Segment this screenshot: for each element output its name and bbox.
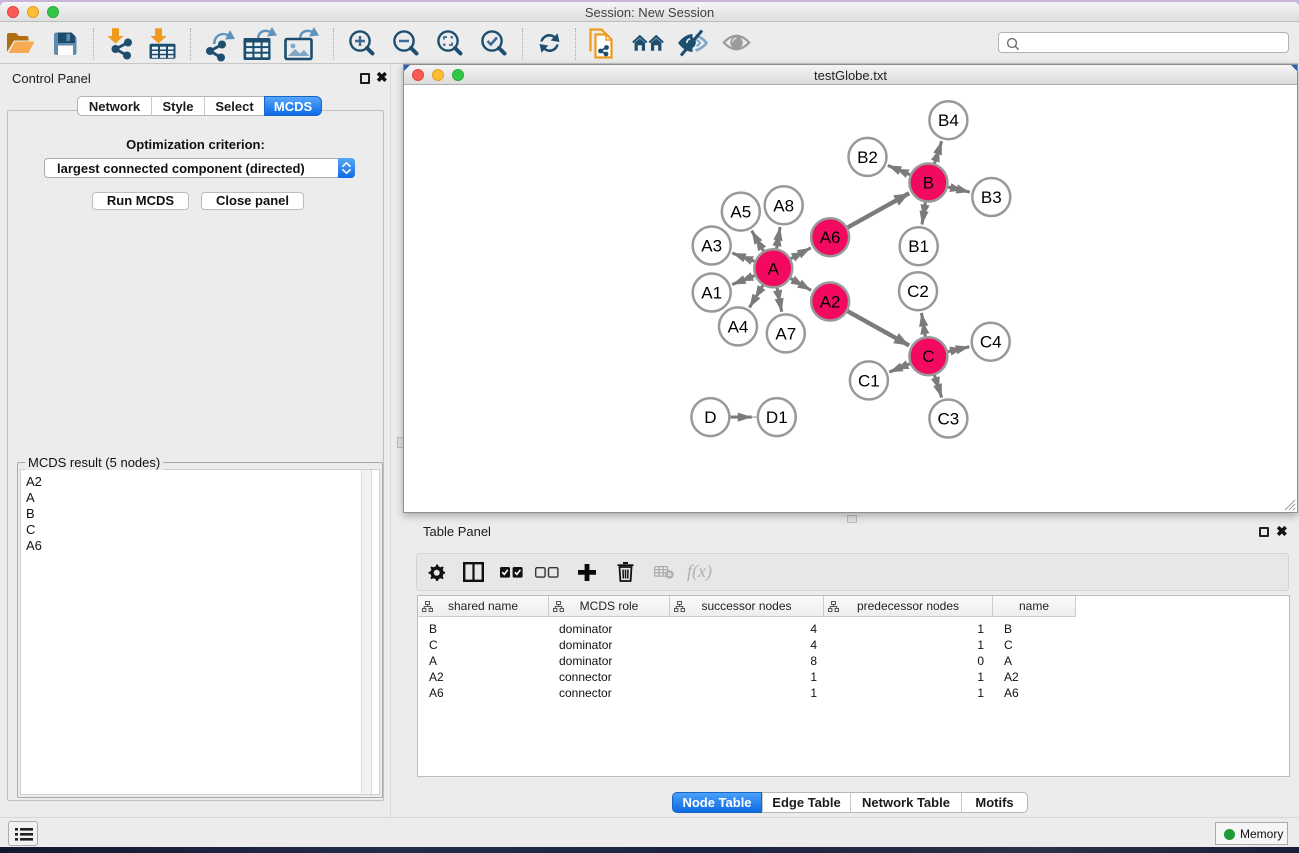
- svg-text:C2: C2: [907, 282, 929, 301]
- svg-text:A7: A7: [775, 324, 796, 343]
- svg-text:A1: A1: [701, 284, 722, 303]
- svg-text:A: A: [768, 259, 780, 278]
- svg-text:C3: C3: [938, 410, 960, 429]
- svg-text:A5: A5: [730, 203, 751, 222]
- svg-text:B2: B2: [857, 148, 878, 167]
- svg-text:C1: C1: [858, 371, 880, 390]
- svg-text:B1: B1: [908, 237, 929, 256]
- svg-text:C4: C4: [980, 333, 1002, 352]
- svg-text:B4: B4: [938, 111, 959, 130]
- svg-text:B: B: [923, 174, 934, 193]
- svg-text:D1: D1: [766, 408, 788, 427]
- svg-text:A6: A6: [820, 228, 841, 247]
- svg-text:B3: B3: [981, 188, 1002, 207]
- svg-text:A2: A2: [820, 293, 841, 312]
- svg-text:A8: A8: [773, 196, 794, 215]
- svg-text:A4: A4: [728, 317, 749, 336]
- svg-text:A3: A3: [701, 237, 722, 256]
- svg-text:C: C: [922, 347, 934, 366]
- svg-text:D: D: [704, 408, 716, 427]
